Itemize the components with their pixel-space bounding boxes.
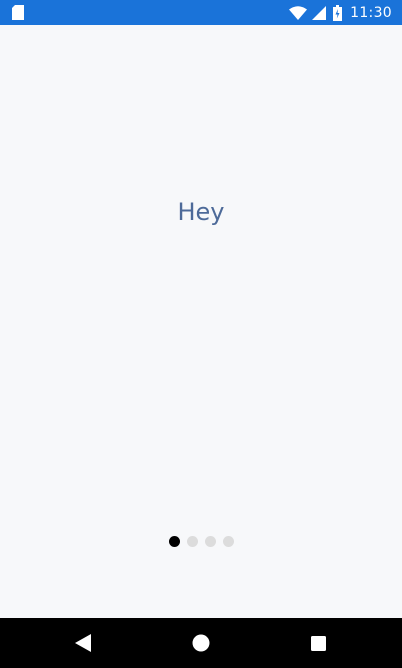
recents-button[interactable] xyxy=(288,618,348,668)
home-button[interactable] xyxy=(171,618,231,668)
back-button[interactable] xyxy=(53,618,113,668)
status-clock: 11:30 xyxy=(350,4,392,21)
signal-icon xyxy=(312,5,327,20)
sd-card-icon xyxy=(12,5,24,20)
wifi-icon xyxy=(289,5,308,20)
main-content[interactable]: Hey xyxy=(0,25,402,618)
recents-icon xyxy=(310,635,326,651)
page-dot-active[interactable] xyxy=(168,535,180,547)
status-bar: 11:30 xyxy=(0,0,402,25)
greeting-text: Hey xyxy=(177,198,225,226)
page-indicator xyxy=(0,534,402,548)
page-dot[interactable] xyxy=(204,535,216,547)
back-icon xyxy=(75,634,91,652)
page-dot[interactable] xyxy=(222,535,234,547)
home-icon xyxy=(192,634,210,652)
navigation-bar xyxy=(0,618,402,668)
page-dot[interactable] xyxy=(186,535,198,547)
app-screen: 11:30 Hey xyxy=(0,0,402,668)
status-icons: 11:30 xyxy=(289,0,392,25)
battery-icon xyxy=(333,4,343,21)
